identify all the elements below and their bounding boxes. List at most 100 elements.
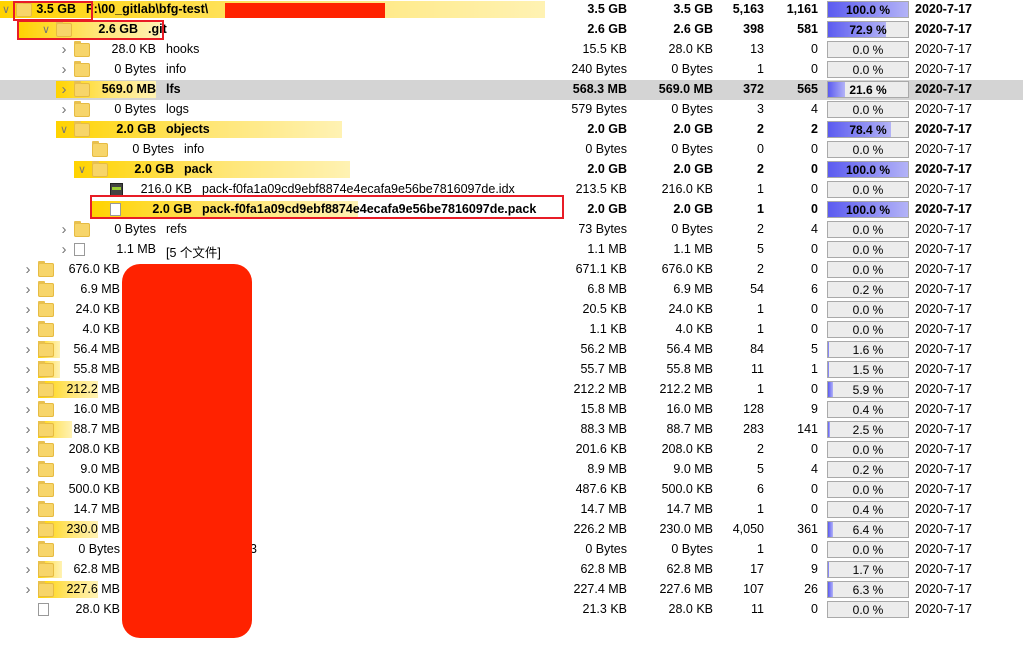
chevron-right-icon[interactable]: ›	[22, 522, 34, 537]
folder-count: 0	[811, 42, 818, 56]
chevron-right-icon[interactable]: ›	[58, 102, 70, 117]
tree-row[interactable]: ∨ 2.0 GB objects 2.0 GB 2.0 GB 2 2 78.4 % 2020-7…	[0, 120, 1023, 140]
chevron-right-icon[interactable]: ›	[22, 422, 34, 437]
percent-bar: 0.2 %	[827, 281, 909, 298]
tree-row[interactable]: ∨ 2.0 GB pack 2.0 GB 2.0 GB 2 0 100.0 % 2020-7-1…	[0, 160, 1023, 180]
chevron-right-icon[interactable]: ›	[58, 82, 70, 97]
file-count: 2	[757, 122, 764, 136]
modified-date: 2020-7-17	[915, 22, 972, 36]
chevron-down-icon[interactable]: ∨	[58, 123, 70, 137]
chevron-down-icon[interactable]: ∨	[76, 163, 88, 177]
tree-row[interactable]: › 569.0 MB lfs 568.3 MB 569.0 MB 372 565 21.6 %…	[0, 80, 1023, 100]
percent-label: 0.0 %	[852, 483, 884, 497]
allocated-size: 73 Bytes	[578, 222, 627, 236]
size-on-disk: 2.0 GB	[673, 202, 713, 216]
chevron-right-icon[interactable]: ›	[22, 542, 34, 557]
percent-bar: 1.6 %	[827, 341, 909, 358]
size-on-disk: 2.6 GB	[673, 22, 713, 36]
item-size: 0 Bytes	[78, 542, 120, 556]
file-count: 1	[757, 542, 764, 556]
size-on-disk: 6.9 MB	[673, 282, 713, 296]
modified-date: 2020-7-17	[915, 582, 972, 596]
chevron-right-icon[interactable]: ›	[22, 262, 34, 277]
chevron-right-icon[interactable]: ›	[22, 322, 34, 337]
chevron-right-icon[interactable]: ›	[58, 242, 70, 257]
size-on-disk: 16.0 MB	[666, 402, 713, 416]
allocated-size: 201.6 KB	[575, 442, 627, 456]
item-size: 569.0 MB	[101, 82, 156, 96]
item-size: 56.4 MB	[73, 342, 120, 356]
percent-label: 0.0 %	[852, 43, 884, 57]
percent-label: 0.4 %	[852, 503, 884, 517]
file-count: 13	[750, 42, 764, 56]
chevron-right-icon[interactable]: ›	[22, 282, 34, 297]
file-count: 5	[757, 242, 764, 256]
modified-date: 2020-7-17	[915, 542, 972, 556]
item-size: 14.7 MB	[73, 502, 120, 516]
folder-count: 0	[811, 602, 818, 616]
percent-bar: 100.0 %	[827, 1, 909, 18]
item-name: info	[184, 142, 205, 156]
modified-date: 2020-7-17	[915, 42, 972, 56]
percent-bar: 2.5 %	[827, 421, 909, 438]
percent-bar: 0.0 %	[827, 261, 909, 278]
item-size: 6.9 MB	[80, 282, 120, 296]
item-size: 28.0 KB	[111, 42, 156, 56]
chevron-right-icon[interactable]: ›	[22, 462, 34, 477]
percent-bar: 5.9 %	[827, 381, 909, 398]
folder-count: 4	[811, 462, 818, 476]
chevron-right-icon[interactable]: ›	[22, 402, 34, 417]
file-count: 6	[757, 482, 764, 496]
allocated-size: 212.2 MB	[573, 382, 627, 396]
item-name: logs	[166, 102, 189, 116]
chevron-right-icon[interactable]: ›	[22, 582, 34, 597]
item-name: objects	[166, 122, 210, 136]
modified-date: 2020-7-17	[915, 342, 972, 356]
chevron-right-icon[interactable]: ›	[22, 382, 34, 397]
folder-count: 1,161	[786, 2, 818, 16]
tree-row[interactable]: › 1.1 MB [5 个文件] 1.1 MB 1.1 MB 5 0 0.0 % 2020-7-…	[0, 240, 1023, 260]
file-count: 5,163	[732, 2, 764, 16]
chevron-right-icon[interactable]: ›	[22, 362, 34, 377]
file-count: 372	[743, 82, 764, 96]
tree-row[interactable]: › 0 Bytes info 240 Bytes 0 Bytes 1 0 0.0 % 2020-…	[0, 60, 1023, 80]
percent-bar: 100.0 %	[827, 201, 909, 218]
tree-row[interactable]: › 0 Bytes refs 73 Bytes 0 Bytes 2 4 0.0 % 2020-7…	[0, 220, 1023, 240]
folder-count: 361	[797, 522, 818, 536]
chevron-right-icon[interactable]: ›	[22, 342, 34, 357]
folder-count: 0	[811, 382, 818, 396]
folder-count: 0	[811, 302, 818, 316]
chevron-right-icon[interactable]: ›	[22, 442, 34, 457]
item-size: 9.0 MB	[80, 462, 120, 476]
chevron-right-icon[interactable]: ›	[58, 62, 70, 77]
chevron-right-icon[interactable]: ›	[22, 562, 34, 577]
file-count: 1	[757, 302, 764, 316]
modified-date: 2020-7-17	[915, 162, 972, 176]
tree-row[interactable]: › 28.0 KB hooks 15.5 KB 28.0 KB 13 0 0.0 % 2020-…	[0, 40, 1023, 60]
file-count: 283	[743, 422, 764, 436]
folder-count: 4	[811, 222, 818, 236]
folder-count: 141	[797, 422, 818, 436]
chevron-right-icon[interactable]: ›	[22, 502, 34, 517]
size-on-disk: 0 Bytes	[671, 102, 713, 116]
item-size: 0 Bytes	[132, 142, 174, 156]
size-on-disk: 227.6 MB	[659, 582, 713, 596]
tree-row[interactable]: ∨ 3.5 GB F:\00_gitlab\bfg-test\ 3.5 GB 3.5 G…	[0, 0, 1023, 20]
size-on-disk: 0 Bytes	[671, 62, 713, 76]
size-on-disk: 2.0 GB	[673, 122, 713, 136]
chevron-right-icon[interactable]: ›	[22, 302, 34, 317]
percent-label: 1.5 %	[852, 363, 884, 377]
chevron-right-icon[interactable]: ›	[58, 42, 70, 57]
tree-row[interactable]: › 0 Bytes logs 579 Bytes 0 Bytes 3 4 0.0 % 2020-…	[0, 100, 1023, 120]
allocated-size: 2.6 GB	[587, 22, 627, 36]
folder-count: 1	[811, 362, 818, 376]
modified-date: 2020-7-17	[915, 442, 972, 456]
folder-count: 0	[811, 242, 818, 256]
modified-date: 2020-7-17	[915, 502, 972, 516]
folder-count: 0	[811, 162, 818, 176]
tree-row[interactable]: 0 Bytes info 0 Bytes 0 Bytes 0 0 0.0 % 2020-7-1…	[0, 140, 1023, 160]
allocated-size: 56.2 MB	[580, 342, 627, 356]
percent-label: 0.0 %	[852, 143, 884, 157]
chevron-right-icon[interactable]: ›	[22, 482, 34, 497]
chevron-right-icon[interactable]: ›	[58, 222, 70, 237]
